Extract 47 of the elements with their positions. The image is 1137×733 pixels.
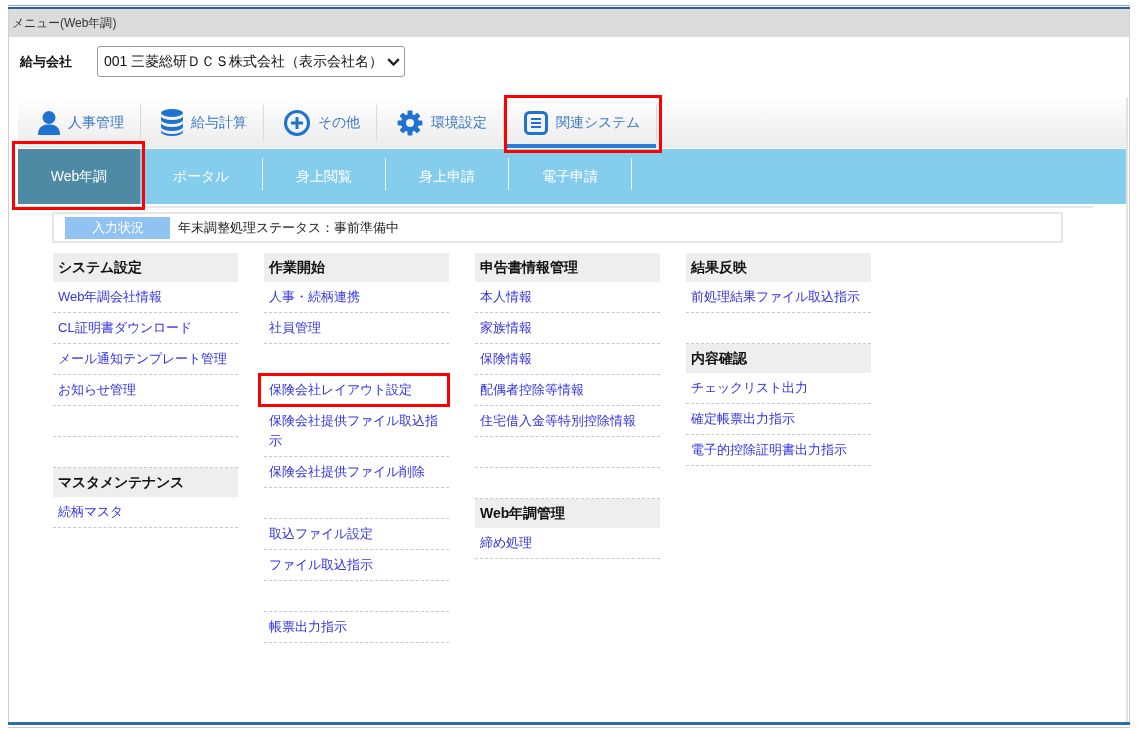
menu-link[interactable]: CL証明書ダウンロード [58,318,192,338]
company-label: 給与会社 [20,52,72,71]
menu-link[interactable]: 確定帳票出力指示 [691,409,795,429]
nav-tab[interactable]: 環境設定 [377,97,503,148]
menu-link[interactable]: 保険会社提供ファイル取込指示 [269,411,444,451]
menu-link[interactable]: 配偶者控除等情報 [480,380,584,400]
nav-tab[interactable]: 人事管理 [18,97,140,148]
status-label: 入力状況 [65,216,170,239]
section-heading: システム設定 [53,253,238,282]
section-heading: マスタメンテナンス [53,468,238,497]
plus-circle-icon [284,109,310,136]
menu-link[interactable]: 前処理結果ファイル取込指示 [691,287,860,307]
menu-link[interactable]: 電子的控除証明書出力指示 [691,440,847,460]
menu-link[interactable]: 保険情報 [480,349,532,369]
section-heading: 作業開始 [264,253,449,282]
menu-link[interactable]: お知らせ管理 [58,380,136,400]
nav-tab[interactable]: その他 [264,97,376,148]
menu-link[interactable]: 人事・続柄連携 [269,287,360,307]
menu-link[interactable]: 本人情報 [480,287,532,307]
section-heading: 申告書情報管理 [475,253,660,282]
window-title: メニュー(Web年調) [11,15,117,32]
menu-link[interactable]: 保険会社提供ファイル削除 [269,462,425,482]
nav-tab[interactable]: 給与計算 [141,97,263,148]
menu-link[interactable]: 社員管理 [269,318,321,338]
chevron-down-icon [387,57,401,66]
sub-tab[interactable]: Web年調 [18,149,140,204]
company-select[interactable]: 001 三菱総研ＤＣＳ株式会社（表示会社名） [97,46,406,77]
gear-icon [397,109,423,136]
menu-link[interactable]: 保険会社レイアウト設定 [269,380,412,400]
menu-link[interactable]: 住宅借入金等特別控除情報 [480,411,636,431]
status-text: 年末調整処理ステータス：事前準備中 [178,218,399,237]
section-heading: Web年調管理 [475,499,660,528]
menu-link[interactable]: 締め処理 [480,533,532,553]
menu-link[interactable]: 家族情報 [480,318,532,338]
menu-link[interactable]: 取込ファイル設定 [269,524,373,544]
menu-link[interactable]: チェックリスト出力 [691,378,808,398]
menu-link[interactable]: ファイル取込指示 [269,555,373,575]
database-icon [161,109,183,136]
menu-link[interactable]: 帳票出力指示 [269,617,347,637]
section-heading: 内容確認 [686,344,871,373]
person-icon [38,110,60,135]
menu-link[interactable]: Web年調会社情報 [58,287,163,307]
list-icon [524,110,548,135]
section-heading: 結果反映 [686,253,871,282]
menu-link[interactable]: メール通知テンプレート管理 [58,349,227,369]
menu-link[interactable]: 続柄マスタ [58,502,123,522]
nav-tab[interactable]: 関連システム [504,97,656,148]
